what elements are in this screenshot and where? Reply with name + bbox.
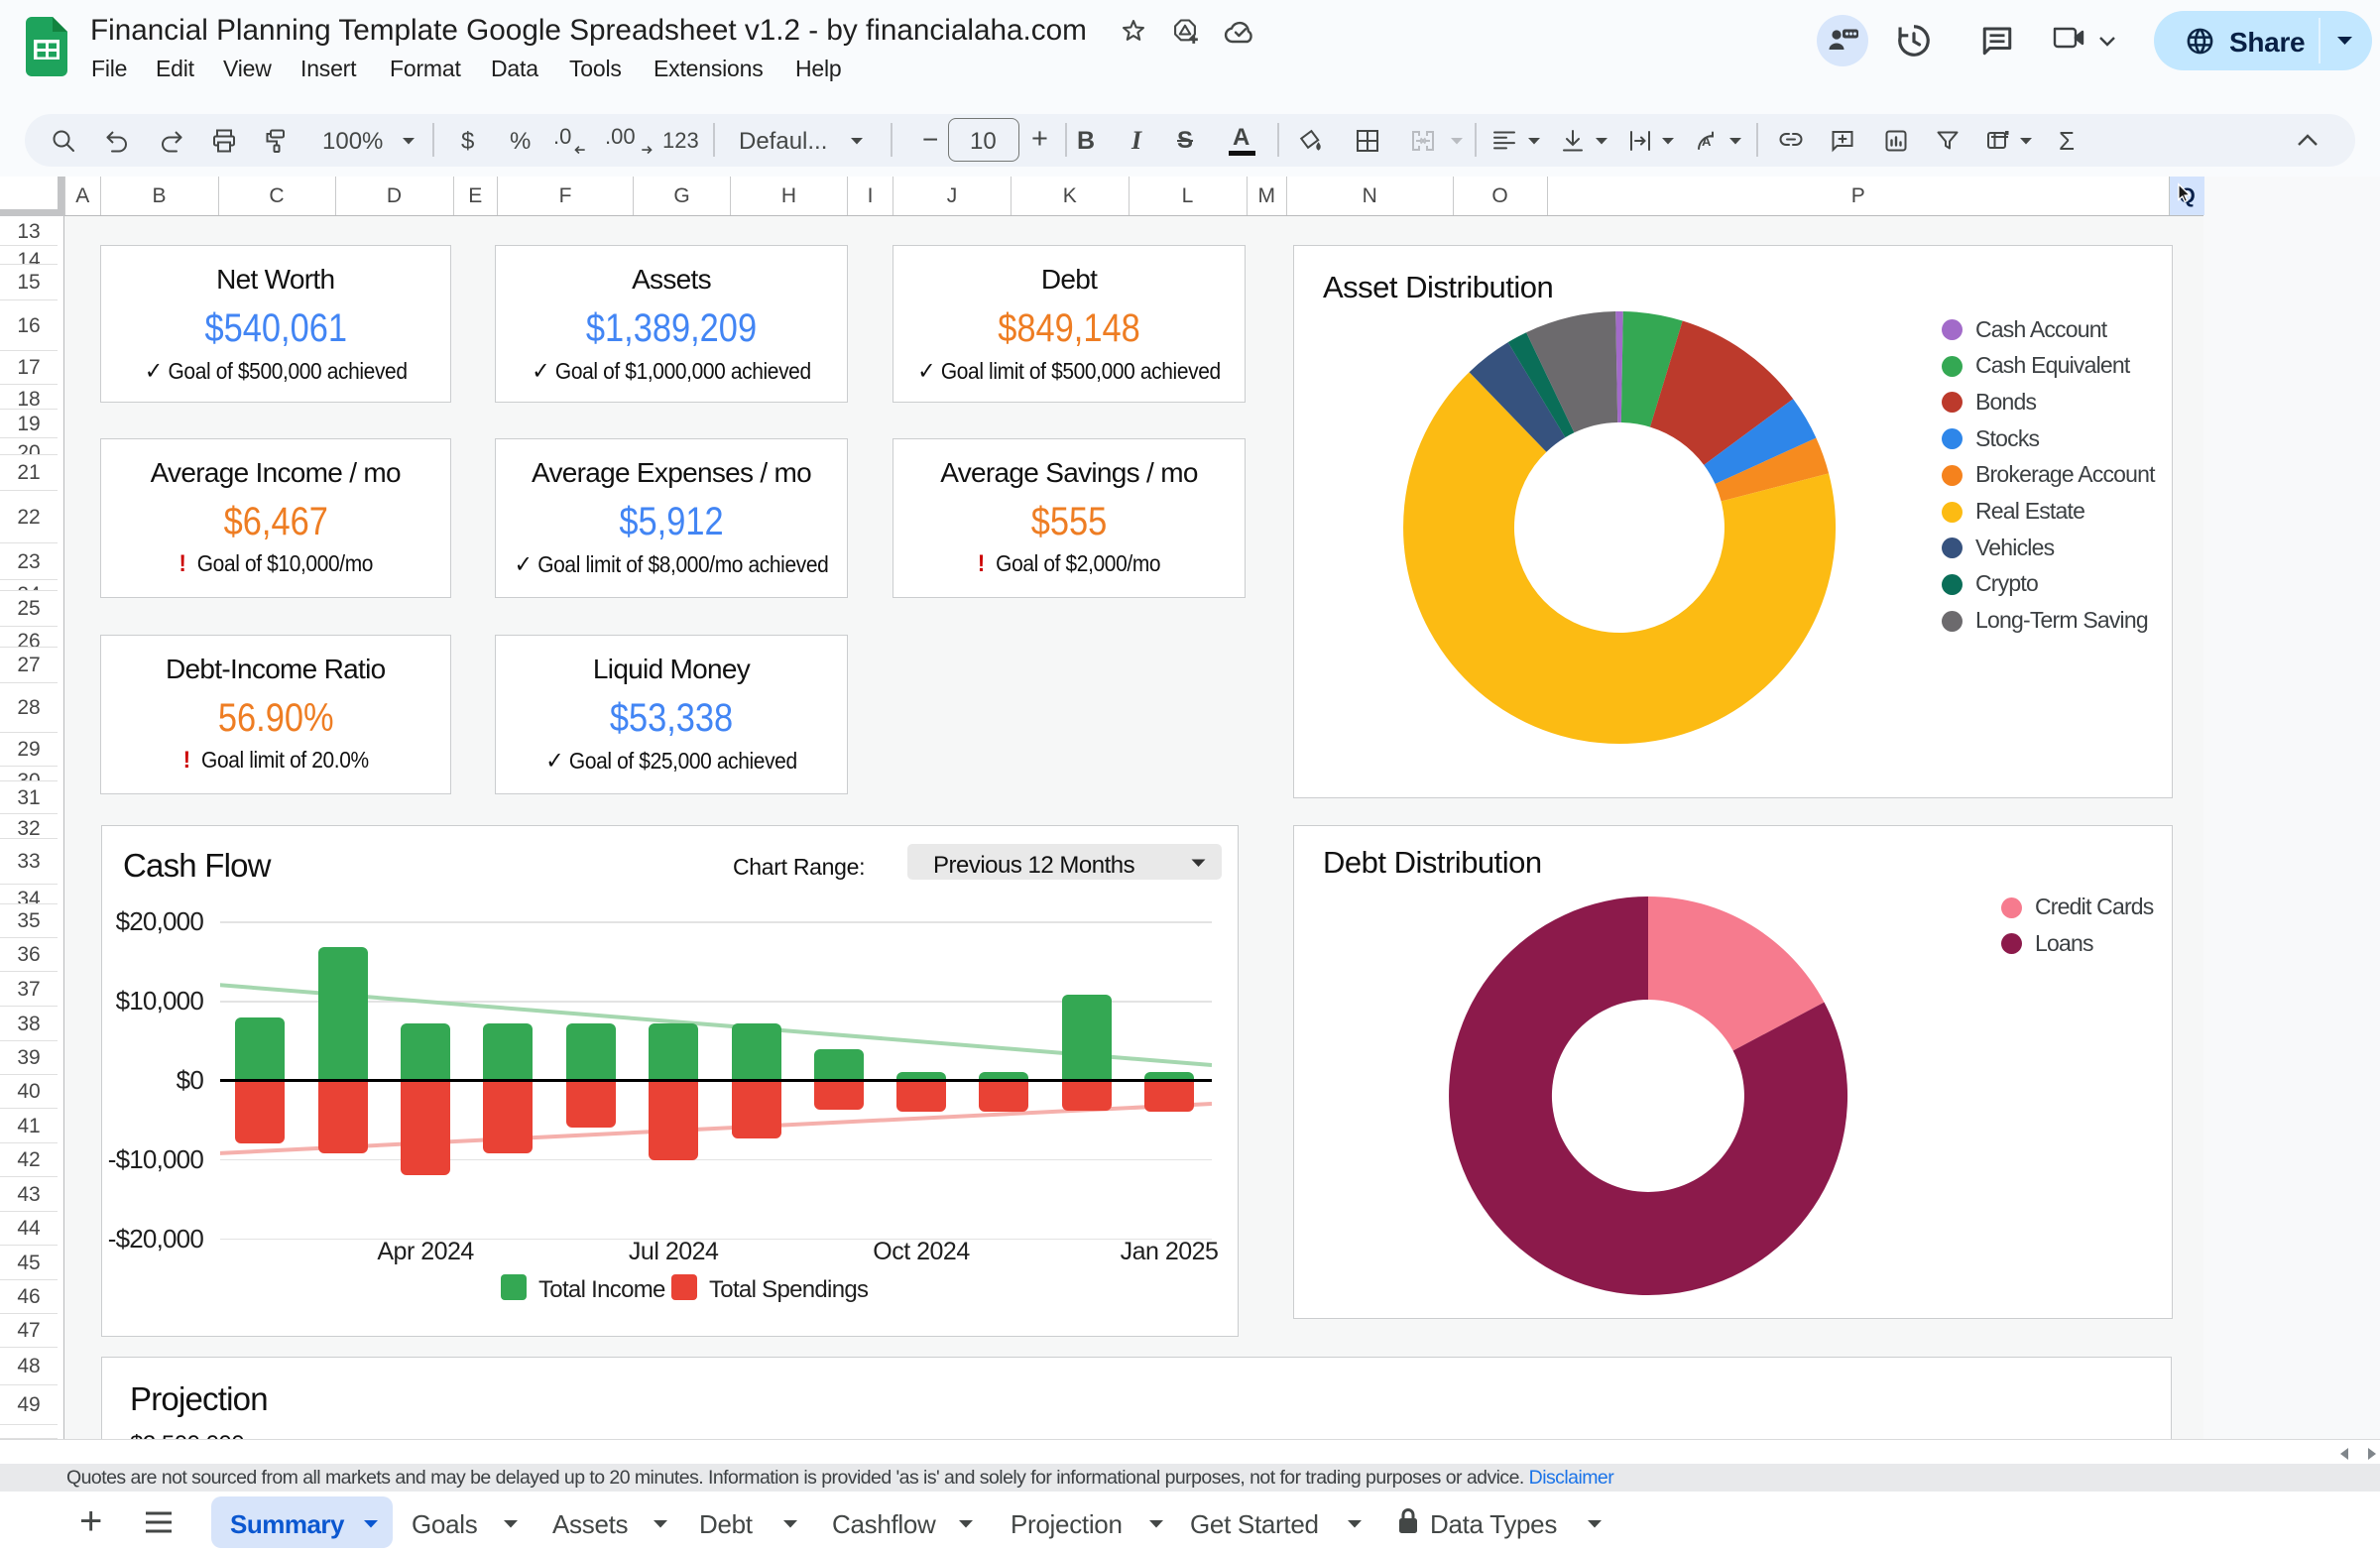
svg-text:A: A: [1702, 134, 1712, 149]
